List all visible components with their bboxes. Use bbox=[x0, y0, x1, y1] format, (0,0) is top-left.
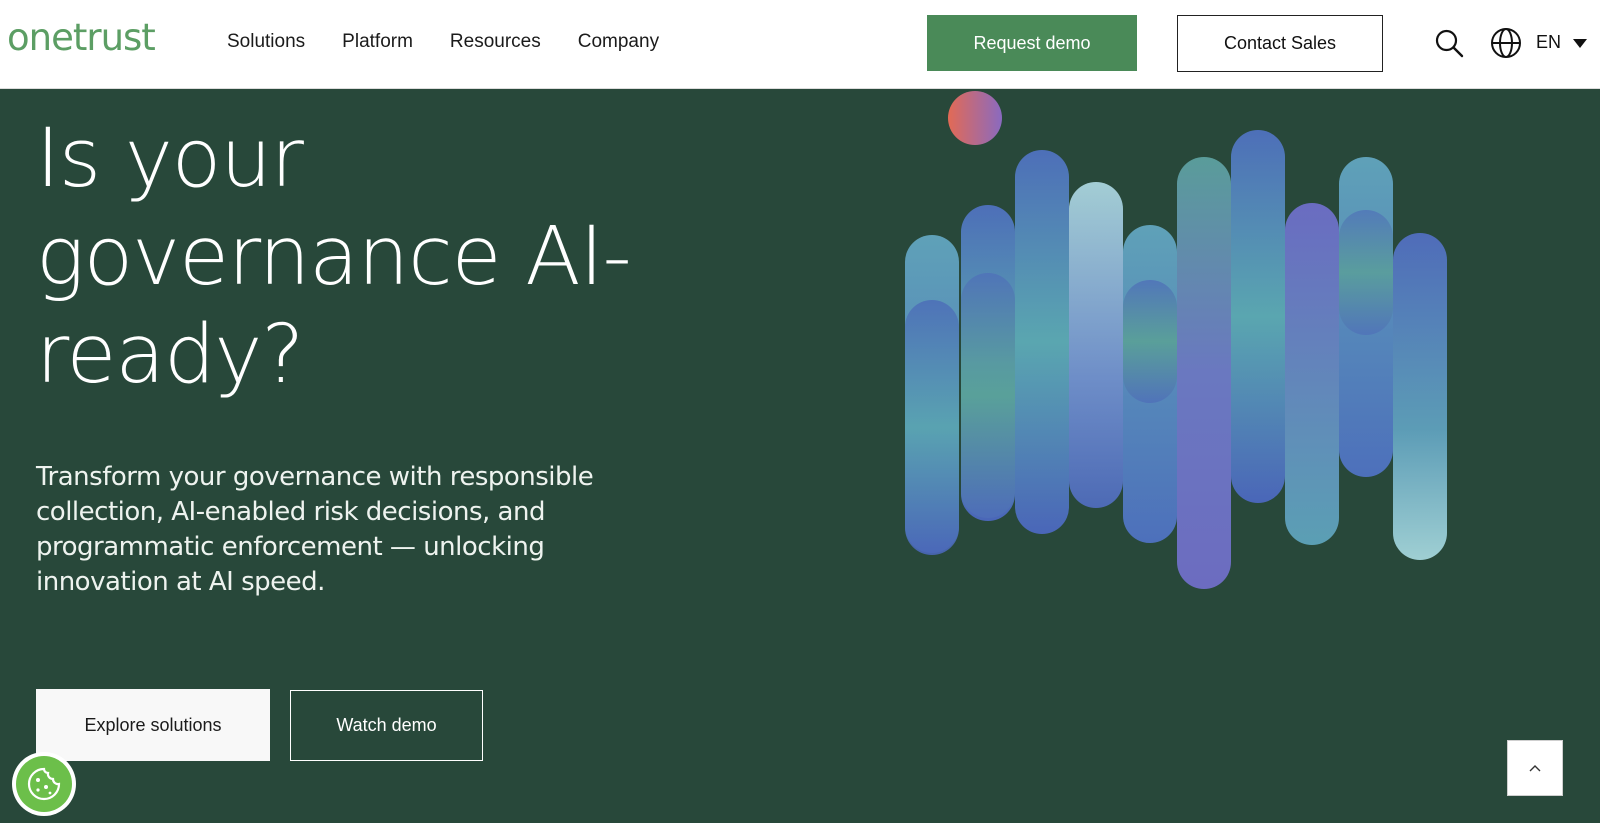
caret-down-icon[interactable] bbox=[1573, 39, 1587, 48]
nav-item-company[interactable]: Company bbox=[578, 31, 659, 53]
nav-item-resources[interactable]: Resources bbox=[450, 31, 541, 53]
onetrust-logo[interactable]: onetrust bbox=[7, 16, 156, 59]
hero-subtitle-line: Transform your governance with responsib… bbox=[36, 462, 594, 492]
hero-title: Is your governance AI- ready? bbox=[36, 110, 676, 404]
hero-subtitle-line: collection, AI-enabled risk decisions, a… bbox=[36, 497, 545, 527]
hero-title-line: Is your bbox=[36, 112, 304, 206]
hero-title-line: governance AI- bbox=[36, 210, 632, 304]
watch-demo-button[interactable]: Watch demo bbox=[290, 690, 483, 761]
main-nav: Solutions Platform Resources Company bbox=[227, 31, 696, 53]
globe-icon[interactable] bbox=[1490, 27, 1522, 59]
hero-subtitle-line: programmatic enforcement — unlocking bbox=[36, 532, 545, 562]
cookie-icon bbox=[27, 767, 61, 801]
hero-subtitle-line: innovation at AI speed. bbox=[36, 567, 325, 597]
request-demo-button[interactable]: Request demo bbox=[927, 15, 1137, 71]
hero-title-line: ready? bbox=[36, 308, 304, 402]
chevron-up-icon bbox=[1529, 765, 1541, 772]
scroll-to-top-button[interactable] bbox=[1507, 740, 1563, 796]
top-navigation-bar: onetrust Solutions Platform Resources Co… bbox=[0, 0, 1600, 89]
nav-item-platform[interactable]: Platform bbox=[342, 31, 413, 53]
language-selector[interactable]: EN bbox=[1536, 32, 1561, 53]
explore-solutions-button[interactable]: Explore solutions bbox=[36, 689, 270, 761]
cookie-icon-badge bbox=[16, 756, 72, 812]
hero-subtitle: Transform your governance with responsib… bbox=[36, 460, 636, 600]
contact-sales-button[interactable]: Contact Sales bbox=[1177, 15, 1383, 72]
cookie-settings-button[interactable] bbox=[12, 752, 76, 816]
search-icon[interactable] bbox=[1434, 28, 1464, 58]
hero-illustration bbox=[905, 91, 1447, 589]
nav-item-solutions[interactable]: Solutions bbox=[227, 31, 305, 53]
